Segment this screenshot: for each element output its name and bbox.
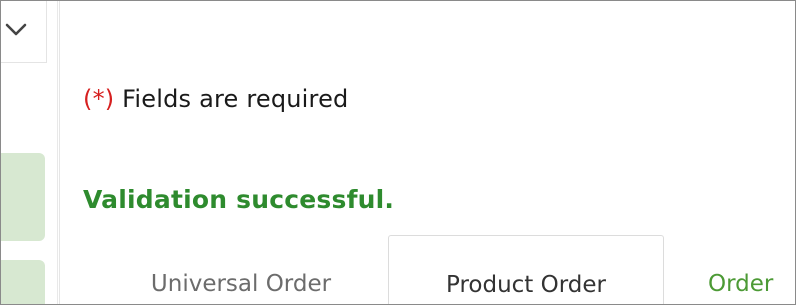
- tab-order[interactable]: Order: [682, 235, 792, 304]
- required-fields-note: (*) Fields are required: [83, 85, 348, 113]
- form-panel: (*) Fields are required Validation succe…: [0, 0, 796, 305]
- left-sidebar: [1, 1, 60, 304]
- tab-universal-order[interactable]: Universal Order: [96, 235, 386, 304]
- dropdown-toggle[interactable]: [1, 1, 47, 63]
- sidebar-item[interactable]: [1, 153, 45, 241]
- validation-message: Validation successful.: [83, 185, 395, 214]
- tab-product-order[interactable]: Product Order: [388, 235, 664, 304]
- required-fields-text: Fields are required: [114, 85, 349, 113]
- sidebar-item[interactable]: [1, 260, 45, 304]
- required-marker: (*): [83, 85, 115, 113]
- order-tabs: Universal Order Product Order Order: [96, 235, 795, 304]
- divider: [57, 1, 58, 304]
- chevron-down-icon: [5, 23, 27, 36]
